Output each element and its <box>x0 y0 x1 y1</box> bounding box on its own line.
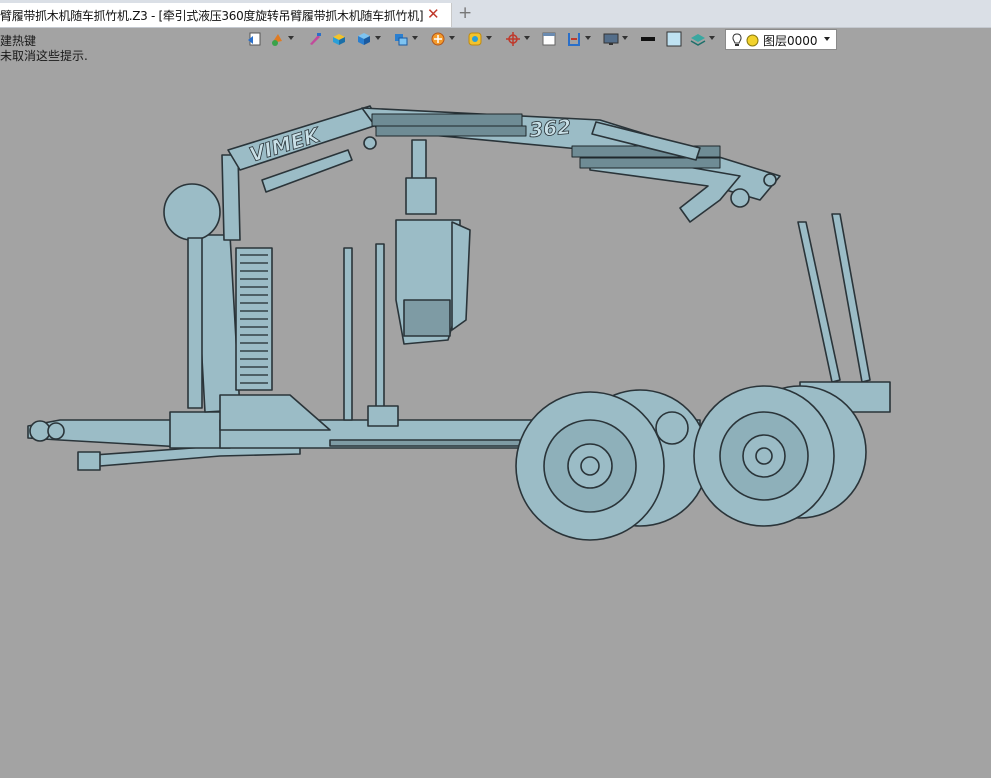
window-icon[interactable] <box>539 29 559 49</box>
boom-brand-label: VIMEK <box>246 122 323 166</box>
cube-blue-icon[interactable] <box>354 29 381 49</box>
close-tab-icon[interactable]: ✕ <box>427 5 440 23</box>
boom-model-number: 362 <box>528 114 572 142</box>
axis-icon[interactable] <box>503 29 530 49</box>
line-style-icon[interactable] <box>638 29 658 49</box>
undo-icon[interactable] <box>244 29 264 49</box>
lightbulb-icon[interactable] <box>731 33 743 47</box>
sun-icon[interactable] <box>746 34 759 47</box>
document-tab[interactable]: 臂履带抓木机随车抓竹机.Z3 - [牵引式液压360度旋转吊臂履带抓木机随车抓竹… <box>0 3 452 27</box>
layer-select[interactable]: 图层0000 <box>725 29 837 50</box>
fill-color-icon[interactable] <box>664 29 684 49</box>
section-icon[interactable] <box>564 29 591 49</box>
brush-icon[interactable] <box>305 29 325 49</box>
cube-stack-icon[interactable] <box>391 29 418 49</box>
chevron-down-icon[interactable] <box>824 37 830 41</box>
document-tab-bar: 臂履带抓木机随车抓竹机.Z3 - [牵引式液压360度旋转吊臂履带抓木机随车抓竹… <box>0 0 991 28</box>
texture-icon[interactable] <box>428 29 455 49</box>
view-toolbar <box>240 29 730 51</box>
trailer-crane-model: VIMEK 362 <box>27 105 891 541</box>
new-tab-button[interactable]: + <box>458 3 472 23</box>
paint-icon[interactable] <box>267 29 294 49</box>
layer-stack-icon[interactable] <box>688 29 715 49</box>
display-icon[interactable] <box>601 29 628 49</box>
layer-name: 图层0000 <box>763 34 818 48</box>
document-tab-title: 臂履带抓木机随车抓竹机.Z3 - [牵引式液压360度旋转吊臂履带抓木机随车抓竹… <box>0 9 424 23</box>
model-viewport[interactable]: VIMEK 362 <box>0 60 991 774</box>
cube-yellow-icon[interactable] <box>329 29 349 49</box>
shape-icon[interactable] <box>465 29 492 49</box>
